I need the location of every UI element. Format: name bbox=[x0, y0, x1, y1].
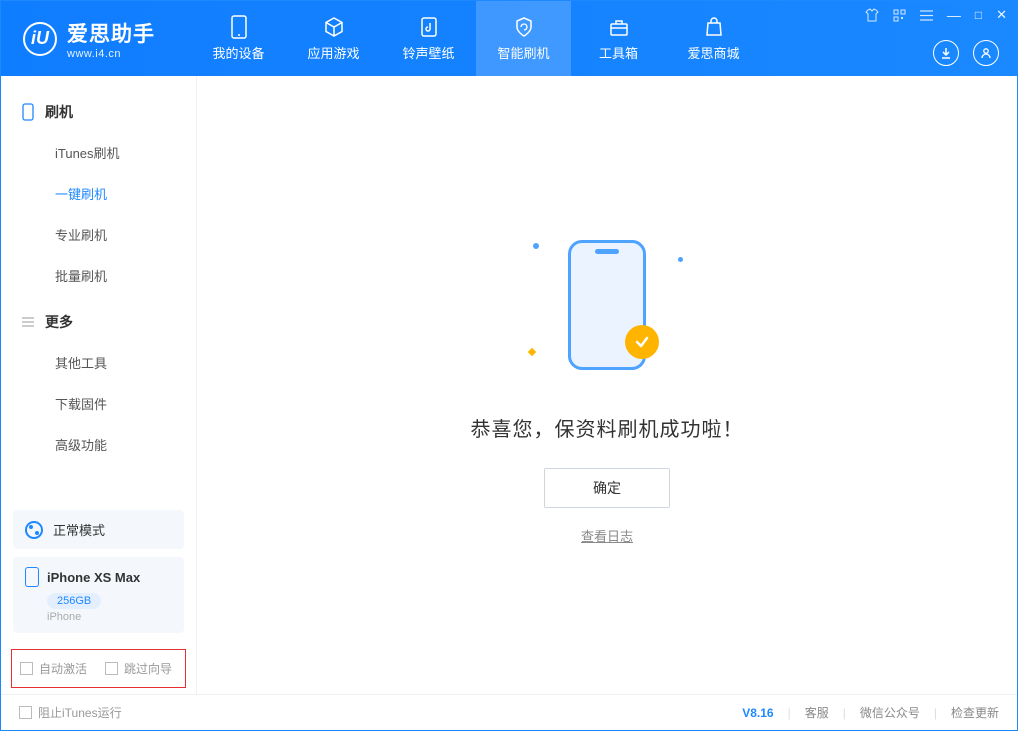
refresh-shield-icon bbox=[513, 16, 535, 38]
flash-options-row: 自动激活 跳过向导 bbox=[11, 649, 186, 688]
main-content: 恭喜您，保资料刷机成功啦！ 确定 查看日志 bbox=[197, 76, 1017, 694]
sparkle-icon bbox=[528, 348, 536, 356]
nav-apps-games[interactable]: 应用游戏 bbox=[286, 1, 381, 76]
nav-my-device[interactable]: 我的设备 bbox=[191, 1, 286, 76]
sidebar-item-advanced[interactable]: 高级功能 bbox=[1, 424, 196, 465]
menu-lines-icon bbox=[21, 316, 35, 328]
skip-guide-checkbox[interactable]: 跳过向导 bbox=[105, 660, 172, 677]
device-icon bbox=[228, 16, 250, 38]
menu-icon[interactable] bbox=[920, 10, 933, 21]
logo-badge: iU bbox=[23, 22, 57, 56]
phone-mini-icon bbox=[25, 567, 39, 587]
app-logo: iU 爱思助手 www.i4.cn bbox=[1, 1, 191, 76]
close-button[interactable]: ✕ bbox=[996, 7, 1007, 23]
nav-label: 铃声壁纸 bbox=[402, 43, 454, 62]
mode-label: 正常模式 bbox=[53, 520, 105, 539]
device-type-label: iPhone bbox=[47, 611, 172, 623]
success-check-icon bbox=[625, 325, 659, 359]
checkbox-label: 阻止iTunes运行 bbox=[38, 704, 122, 721]
checkbox-label: 跳过向导 bbox=[124, 660, 172, 677]
nav-label: 工具箱 bbox=[599, 43, 638, 62]
cube-icon bbox=[323, 16, 345, 38]
section-title: 更多 bbox=[45, 312, 73, 332]
sidebar-item-other-tools[interactable]: 其他工具 bbox=[1, 342, 196, 383]
toolbox-icon bbox=[608, 16, 630, 38]
mode-card[interactable]: 正常模式 bbox=[13, 510, 184, 549]
footer-link-support[interactable]: 客服 bbox=[805, 704, 829, 721]
bag-icon bbox=[703, 16, 725, 38]
nav-label: 应用游戏 bbox=[307, 43, 359, 62]
sidebar-item-download-firmware[interactable]: 下载固件 bbox=[1, 383, 196, 424]
qr-icon[interactable] bbox=[893, 9, 906, 22]
app-header: iU 爱思助手 www.i4.cn 我的设备 应用游戏 铃声壁纸 智能刷机 工具… bbox=[1, 1, 1017, 76]
section-title: 刷机 bbox=[45, 102, 73, 122]
block-itunes-checkbox[interactable]: 阻止iTunes运行 bbox=[19, 704, 122, 721]
phone-outline-icon bbox=[21, 103, 35, 121]
app-name: 爱思助手 bbox=[67, 18, 155, 48]
maximize-button[interactable]: □ bbox=[975, 8, 982, 22]
nav-label: 爱思商城 bbox=[687, 43, 739, 62]
nav-store[interactable]: 爱思商城 bbox=[666, 1, 761, 76]
mode-icon bbox=[25, 521, 43, 539]
view-log-link[interactable]: 查看日志 bbox=[581, 526, 633, 545]
checkbox-label: 自动激活 bbox=[39, 660, 87, 677]
version-label: V8.16 bbox=[742, 706, 773, 720]
sidebar-item-oneclick-flash[interactable]: 一键刷机 bbox=[1, 173, 196, 214]
nav-toolbox[interactable]: 工具箱 bbox=[571, 1, 666, 76]
sidebar-item-batch-flash[interactable]: 批量刷机 bbox=[1, 255, 196, 296]
checkbox-box bbox=[19, 706, 32, 719]
nav-label: 我的设备 bbox=[212, 43, 264, 62]
sidebar: 刷机 iTunes刷机 一键刷机 专业刷机 批量刷机 更多 其他工具 下载固件 … bbox=[1, 76, 197, 694]
download-icon bbox=[940, 47, 952, 59]
footer-link-wechat[interactable]: 微信公众号 bbox=[860, 704, 920, 721]
success-message: 恭喜您，保资料刷机成功啦！ bbox=[471, 413, 744, 442]
success-illustration bbox=[527, 225, 687, 385]
nav-ringtones[interactable]: 铃声壁纸 bbox=[381, 1, 476, 76]
download-button[interactable] bbox=[933, 40, 959, 66]
footer-link-update[interactable]: 检查更新 bbox=[951, 704, 999, 721]
sidebar-header-more[interactable]: 更多 bbox=[1, 302, 196, 342]
sidebar-section-flash: 刷机 iTunes刷机 一键刷机 专业刷机 批量刷机 bbox=[1, 92, 196, 302]
checkbox-box bbox=[105, 662, 118, 675]
music-file-icon bbox=[418, 16, 440, 38]
sidebar-item-itunes-flash[interactable]: iTunes刷机 bbox=[1, 132, 196, 173]
sidebar-section-more: 更多 其他工具 下载固件 高级功能 bbox=[1, 302, 196, 471]
footer: 阻止iTunes运行 V8.16 | 客服 | 微信公众号 | 检查更新 bbox=[1, 694, 1017, 730]
user-button[interactable] bbox=[973, 40, 999, 66]
sidebar-item-pro-flash[interactable]: 专业刷机 bbox=[1, 214, 196, 255]
header-actions bbox=[933, 40, 999, 66]
main-nav: 我的设备 应用游戏 铃声壁纸 智能刷机 工具箱 爱思商城 bbox=[191, 1, 761, 76]
app-url: www.i4.cn bbox=[67, 48, 155, 60]
sidebar-header-flash[interactable]: 刷机 bbox=[1, 92, 196, 132]
checkbox-box bbox=[20, 662, 33, 675]
auto-activate-checkbox[interactable]: 自动激活 bbox=[20, 660, 87, 677]
device-card[interactable]: iPhone XS Max 256GB iPhone bbox=[13, 557, 184, 633]
sparkle-icon bbox=[677, 256, 684, 263]
window-controls: — □ ✕ bbox=[865, 7, 1007, 23]
minimize-button[interactable]: — bbox=[947, 7, 961, 23]
nav-label: 智能刷机 bbox=[497, 43, 549, 62]
user-icon bbox=[980, 47, 992, 59]
nav-smart-flash[interactable]: 智能刷机 bbox=[476, 1, 571, 76]
device-name-label: iPhone XS Max bbox=[47, 570, 140, 585]
storage-badge: 256GB bbox=[47, 593, 101, 609]
sparkle-icon bbox=[532, 242, 540, 250]
ok-button[interactable]: 确定 bbox=[544, 468, 670, 508]
tshirt-icon[interactable] bbox=[865, 8, 879, 22]
